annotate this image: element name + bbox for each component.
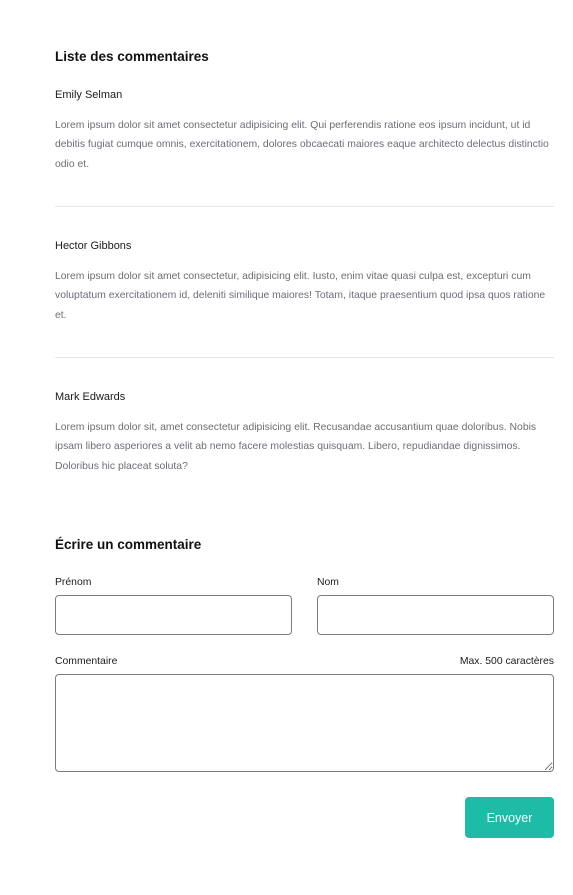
first-name-label: Prénom <box>55 577 92 588</box>
comment-divider <box>55 206 554 207</box>
comment-author: Mark Edwards <box>55 391 126 403</box>
comment-char-limit: Max. 500 caractères <box>459 656 554 667</box>
submit-button[interactable]: Envoyer <box>465 797 554 838</box>
last-name-label: Nom <box>317 577 339 588</box>
comment-text: Lorem ipsum dolor sit, amet consectetur … <box>55 422 537 472</box>
comment-text: Lorem ipsum dolor sit amet consectetur a… <box>55 120 549 170</box>
comment-author: Hector Gibbons <box>55 240 132 252</box>
write-comment-title: Écrire un commentaire <box>55 537 202 552</box>
comments-section-title: Liste des commentaires <box>55 49 209 64</box>
comment-item: Hector Gibbons Lorem ipsum dolor sit ame… <box>55 240 554 325</box>
comments-page: Liste des commentaires Emily Selman Lore… <box>0 0 573 895</box>
comment-item: Mark Edwards Lorem ipsum dolor sit, amet… <box>55 391 554 476</box>
comment-text: Lorem ipsum dolor sit amet consectetur, … <box>55 271 546 321</box>
comment-textarea[interactable] <box>55 674 554 772</box>
comment-author: Emily Selman <box>55 89 123 101</box>
first-name-field[interactable] <box>55 595 292 635</box>
last-name-field[interactable] <box>317 595 554 635</box>
comment-item: Emily Selman Lorem ipsum dolor sit amet … <box>55 89 554 174</box>
comment-divider <box>55 357 554 358</box>
comment-label: Commentaire <box>55 656 118 667</box>
